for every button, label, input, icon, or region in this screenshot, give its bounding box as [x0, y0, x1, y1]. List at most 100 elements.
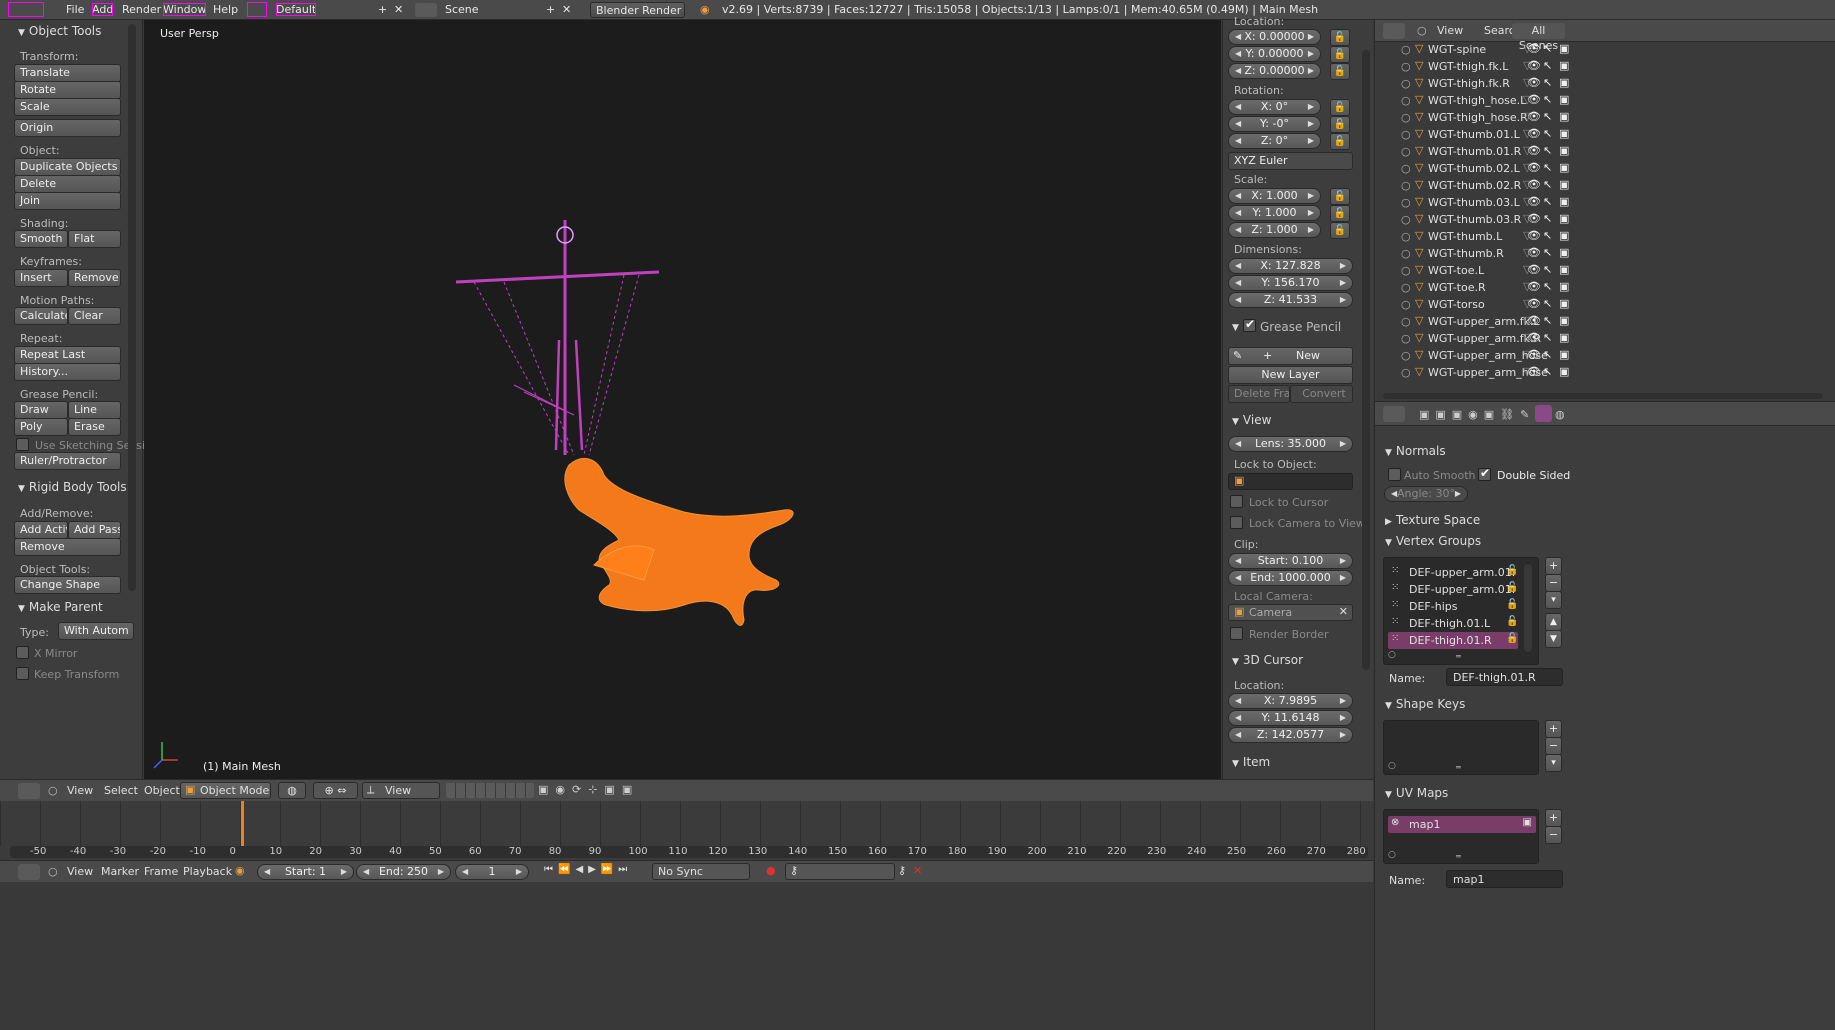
menu-toggle-icon[interactable]: ○ — [48, 865, 58, 878]
camera-render-icon[interactable]: ▣ — [1523, 817, 1532, 828]
ruler-button[interactable]: Ruler/Protractor — [14, 452, 121, 470]
outliner-item[interactable]: ○ ▽ WGT-thumb.02.L ▽ 👁 ↖ ▣ — [1383, 161, 1823, 178]
expand-icon[interactable]: ○ — [1401, 247, 1411, 260]
render-camera-icon[interactable]: ▣ — [1559, 127, 1569, 140]
rotation-y-field[interactable]: ◀ Y: -0° ▶ — [1228, 116, 1321, 132]
current-frame-marker[interactable] — [241, 801, 244, 846]
record-icon[interactable]: ● — [766, 864, 776, 877]
selectable-cursor-icon[interactable]: ↖ — [1543, 348, 1552, 361]
vertex-group-item[interactable]: ⁙ DEF-thigh.01.R 🔓 — [1388, 632, 1518, 649]
viewport-shading-icon[interactable]: ◍ — [278, 782, 306, 799]
outliner-item[interactable]: ○ ▽ WGT-toe.R ▽ 👁 ↖ ▣ — [1383, 280, 1823, 297]
render-camera-icon[interactable]: ▣ — [1559, 59, 1569, 72]
outliner-item[interactable]: ○ ▽ WGT-thumb.03.L ▽ 👁 ↖ ▣ — [1383, 195, 1823, 212]
visibility-eye-icon[interactable]: 👁 — [1527, 212, 1541, 225]
vertex-group-item[interactable]: ⁙ DEF-upper_arm.01. 🔓 — [1388, 564, 1518, 581]
expand-icon[interactable]: ○ — [1401, 94, 1411, 107]
visibility-eye-icon[interactable]: 👁 — [1527, 263, 1541, 276]
outliner-item[interactable]: ○ ▽ WGT-thumb.01.R ▽ 👁 ↖ ▣ — [1383, 144, 1823, 161]
move-down-button[interactable]: ▼ — [1545, 630, 1562, 648]
outliner-view-menu[interactable]: View — [1437, 24, 1463, 37]
data-tab-icon[interactable] — [1535, 405, 1552, 422]
expand-icon[interactable]: ○ — [1401, 43, 1411, 56]
selectable-cursor-icon[interactable]: ↖ — [1543, 365, 1552, 378]
rigid-body-header[interactable]: ▼ Rigid Body Tools — [18, 480, 127, 494]
render-border-checkbox[interactable] — [1230, 627, 1243, 640]
outliner-mode-icon[interactable]: ○ — [1417, 24, 1427, 37]
insert-keyframe-icon[interactable]: ⚷ — [898, 864, 906, 877]
visibility-eye-icon[interactable]: 👁 — [1527, 144, 1541, 157]
add-passive-button[interactable]: Add Passiv — [68, 521, 121, 539]
poly-button[interactable]: Poly — [14, 418, 68, 436]
translate-button[interactable]: Translate — [14, 64, 121, 82]
selectable-cursor-icon[interactable]: ↖ — [1543, 331, 1552, 344]
list-filter-icon[interactable]: ○ — [1388, 650, 1396, 660]
mode-select[interactable]: ▣ Object Mode — [180, 782, 271, 799]
group-specials-button[interactable]: ▾ — [1545, 591, 1562, 609]
visibility-eye-icon[interactable]: 👁 — [1527, 110, 1541, 123]
render-camera-icon[interactable]: ▣ — [1559, 246, 1569, 259]
remove-keyframe-button[interactable]: Remove — [68, 269, 121, 287]
object-menu[interactable]: Object — [144, 784, 180, 797]
visibility-eye-icon[interactable]: 👁 — [1527, 331, 1541, 344]
item-header[interactable]: ▼ Item — [1232, 755, 1270, 769]
close-layout-icon[interactable]: ✕ — [394, 3, 403, 16]
menu-toggle-icon[interactable]: ○ — [48, 784, 58, 797]
render-camera-icon[interactable]: ▣ — [1559, 195, 1569, 208]
outliner-item[interactable]: ○ ▽ WGT-spine ▽ 👁 ↖ ▣ — [1383, 42, 1823, 59]
lock-icon[interactable]: 🔓 — [1506, 599, 1518, 610]
lock-camera-checkbox[interactable] — [1230, 516, 1243, 529]
smooth-button[interactable]: Smooth — [14, 230, 68, 248]
selectable-cursor-icon[interactable]: ↖ — [1543, 42, 1552, 55]
timeline[interactable]: -50 -40 -30 -20 -10 0 10 20 30 40 50 60 70 80 90 100 110… — [0, 801, 1373, 860]
expand-icon[interactable]: ○ — [1401, 179, 1411, 192]
auto-smooth-checkbox[interactable] — [1388, 468, 1401, 481]
lock-cursor-checkbox[interactable] — [1230, 495, 1243, 508]
render-camera-icon[interactable]: ▣ — [1559, 42, 1569, 55]
selectable-cursor-icon[interactable]: ↖ — [1543, 297, 1552, 310]
rigid-remove-button[interactable]: Remove — [14, 538, 121, 556]
close-scene-icon[interactable]: ✕ — [562, 3, 571, 16]
viewport-editor-icon[interactable] — [18, 783, 40, 799]
expand-icon[interactable]: ○ — [1401, 281, 1411, 294]
timeline-marker-menu[interactable]: Marker — [101, 865, 139, 878]
menu-render[interactable]: Render — [122, 3, 161, 16]
selectable-cursor-icon[interactable]: ↖ — [1543, 195, 1552, 208]
editor-type-icon[interactable] — [8, 2, 44, 17]
menu-help[interactable]: Help — [213, 3, 238, 16]
outliner-item[interactable]: ○ ▽ WGT-thumb.03.R ▽ 👁 ↖ ▣ — [1383, 212, 1823, 229]
outliner-item[interactable]: ○ ▽ WGT-thumb.02.R ▽ 👁 ↖ ▣ — [1383, 178, 1823, 195]
render-camera-icon[interactable]: ▣ — [1559, 76, 1569, 89]
scene-name[interactable]: Scene — [445, 3, 479, 16]
add-shape-key-button[interactable]: + — [1545, 720, 1562, 738]
scene-icon[interactable] — [415, 3, 437, 17]
location-x-field[interactable]: ◀ X: 0.00000 ▶ — [1228, 29, 1321, 45]
outliner-item[interactable]: ○ ▽ WGT-thigh_hose.R ▽ 👁 ↖ ▣ — [1383, 110, 1823, 127]
lock-icon[interactable]: 🔓 — [1330, 29, 1350, 46]
grease-pencil-header[interactable]: ▼ — [1232, 319, 1243, 333]
lock-icon[interactable]: 🔓 — [1506, 565, 1518, 576]
scale-y-field[interactable]: ◀ Y: 1.000 ▶ — [1228, 205, 1321, 221]
visibility-eye-icon[interactable]: 👁 — [1527, 42, 1541, 55]
render-camera-icon[interactable]: ▣ — [1559, 263, 1569, 276]
lock-icon[interactable]: 🔓 — [1330, 133, 1350, 150]
rotate-button[interactable]: Rotate — [14, 81, 121, 99]
clip-end-field[interactable]: ◀ End: 1000.000 ▶ — [1228, 570, 1353, 586]
selectable-cursor-icon[interactable]: ↖ — [1543, 280, 1552, 293]
scale-z-field[interactable]: ◀ Z: 1.000 ▶ — [1228, 222, 1321, 238]
outliner-item[interactable]: ○ ▽ WGT-upper_arm_hose ▽ 👁 ↖ ▣ — [1383, 348, 1823, 365]
list-resize-handle[interactable]: ═ — [1456, 763, 1461, 772]
double-sided-checkbox[interactable] — [1478, 466, 1491, 481]
uv-map-item[interactable]: ⊗ map1 ▣ — [1388, 816, 1536, 833]
expand-icon[interactable]: ○ — [1401, 77, 1411, 90]
move-up-button[interactable]: ▲ — [1545, 613, 1562, 631]
change-shape-button[interactable]: Change Shape — [14, 576, 121, 594]
layer-buttons[interactable] — [446, 783, 534, 798]
render-camera-icon[interactable]: ▣ — [1559, 212, 1569, 225]
visibility-eye-icon[interactable]: 👁 — [1527, 161, 1541, 174]
menu-window[interactable]: Window — [163, 3, 207, 16]
selectable-cursor-icon[interactable]: ↖ — [1543, 144, 1552, 157]
scale-button[interactable]: Scale — [14, 98, 121, 116]
selectable-cursor-icon[interactable]: ↖ — [1543, 246, 1552, 259]
insert-keyframe-button[interactable]: Insert — [14, 269, 68, 287]
